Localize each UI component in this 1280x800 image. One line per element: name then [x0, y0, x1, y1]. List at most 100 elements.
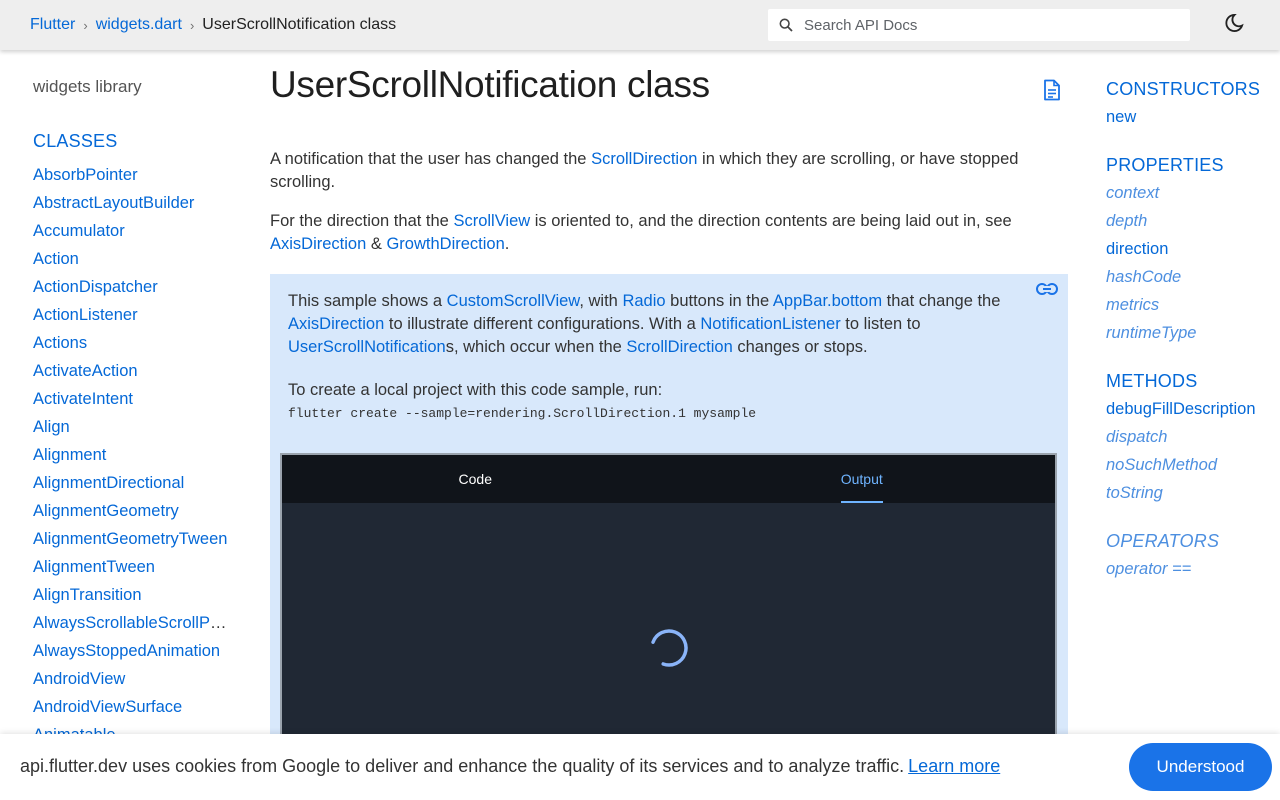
- scrolldirection-link[interactable]: ScrollDirection: [626, 338, 732, 356]
- class-link[interactable]: ActionListener: [33, 306, 138, 324]
- tab-output[interactable]: Output: [669, 455, 1056, 503]
- list-item: noSuchMethod: [1106, 451, 1280, 479]
- class-link[interactable]: AlwaysStoppedAnimation: [33, 642, 220, 660]
- dartpad-frame: Code Output: [280, 453, 1057, 763]
- class-link[interactable]: AlignmentDirectional: [33, 474, 184, 492]
- radio-link[interactable]: Radio: [622, 292, 665, 310]
- operators-header[interactable]: OPERATORS: [1106, 527, 1280, 555]
- search-box[interactable]: [768, 9, 1190, 41]
- properties-header[interactable]: PROPERTIES: [1106, 151, 1280, 179]
- breadcrumb-flutter[interactable]: Flutter: [30, 16, 75, 34]
- property-link[interactable]: metrics: [1106, 296, 1159, 314]
- page-title: UserScrollNotification class: [270, 64, 710, 105]
- class-link[interactable]: Action: [33, 250, 79, 268]
- list-item: Action: [33, 245, 231, 273]
- property-link[interactable]: context: [1106, 184, 1159, 202]
- class-link[interactable]: Actions: [33, 334, 87, 352]
- sample-text: buttons in the: [665, 292, 773, 310]
- method-link[interactable]: dispatch: [1106, 428, 1167, 446]
- breadcrumb-widgets-dart[interactable]: widgets.dart: [96, 16, 182, 34]
- list-item: AlignTransition: [33, 581, 231, 609]
- class-link[interactable]: AlignmentGeometry: [33, 502, 179, 520]
- create-command: flutter create --sample=rendering.Scroll…: [288, 406, 757, 421]
- methods-header[interactable]: METHODS: [1106, 367, 1280, 395]
- dark-mode-toggle[interactable]: [1222, 13, 1246, 37]
- sample-text: changes or stops.: [732, 338, 868, 356]
- sample-description: This sample shows a CustomScrollView, wi…: [288, 290, 1050, 359]
- property-link[interactable]: hashCode: [1106, 268, 1181, 286]
- list-item: runtimeType: [1106, 319, 1280, 347]
- class-link[interactable]: ActionDispatcher: [33, 278, 158, 296]
- loading-spinner-icon: [648, 627, 690, 674]
- list-item: new: [1106, 103, 1280, 131]
- class-link[interactable]: AlwaysScrollableScrollPhysics: [33, 614, 231, 632]
- document-icon[interactable]: [1042, 79, 1062, 106]
- scrollview-link[interactable]: ScrollView: [453, 212, 530, 230]
- list-item: AlwaysStoppedAnimation: [33, 637, 231, 665]
- appbar-bottom-link[interactable]: AppBar.bottom: [773, 292, 882, 310]
- desc-text: .: [504, 235, 510, 253]
- classes-header: CLASSES: [33, 131, 118, 151]
- dartpad-tabs: Code Output: [282, 455, 1055, 503]
- axisdirection-link[interactable]: AxisDirection: [288, 315, 384, 333]
- list-item: ActionDispatcher: [33, 273, 231, 301]
- class-link[interactable]: AbsorbPointer: [33, 166, 138, 184]
- sample-text: , with: [579, 292, 623, 310]
- constructor-link[interactable]: new: [1106, 108, 1136, 126]
- tab-code[interactable]: Code: [282, 455, 669, 503]
- class-link[interactable]: ActivateAction: [33, 362, 138, 380]
- understood-button[interactable]: Understood: [1129, 743, 1272, 791]
- property-link[interactable]: direction: [1106, 240, 1168, 258]
- list-item: direction: [1106, 235, 1280, 263]
- code-sample-box: This sample shows a CustomScrollView, wi…: [270, 274, 1068, 763]
- scrolldirection-link[interactable]: ScrollDirection: [591, 150, 697, 168]
- constructors-header[interactable]: CONSTRUCTORS: [1106, 75, 1280, 103]
- main-content: UserScrollNotification class A notificat…: [270, 52, 1068, 763]
- operator-link[interactable]: operator ==: [1106, 560, 1191, 578]
- classes-list: AbsorbPointer AbstractLayoutBuilder Accu…: [33, 161, 238, 742]
- class-description: A notification that the user has changed…: [270, 148, 1050, 194]
- list-item: toString: [1106, 479, 1280, 507]
- property-link[interactable]: runtimeType: [1106, 324, 1196, 342]
- search-icon: [768, 17, 804, 33]
- class-link[interactable]: AlignmentGeometryTween: [33, 530, 227, 548]
- left-sidebar: widgets library CLASSES AbsorbPointer Ab…: [33, 52, 238, 742]
- class-link[interactable]: AndroidView: [33, 670, 125, 688]
- class-link[interactable]: AbstractLayoutBuilder: [33, 194, 194, 212]
- method-link[interactable]: noSuchMethod: [1106, 456, 1217, 474]
- properties-section: PROPERTIES context depth direction hashC…: [1106, 151, 1280, 347]
- list-item: AlignmentTween: [33, 553, 231, 581]
- growthdirection-link[interactable]: GrowthDirection: [386, 235, 504, 253]
- list-item: debugFillDescription: [1106, 395, 1280, 423]
- search-input[interactable]: [804, 16, 1174, 34]
- list-item: depth: [1106, 207, 1280, 235]
- sample-text: s, which occur when the: [445, 338, 627, 356]
- class-link[interactable]: AlignmentTween: [33, 558, 155, 576]
- class-link[interactable]: AlignTransition: [33, 586, 142, 604]
- customscrollview-link[interactable]: CustomScrollView: [447, 292, 580, 310]
- desc-text: is oriented to, and the direction conten…: [530, 212, 1012, 230]
- class-link[interactable]: Align: [33, 418, 70, 436]
- list-item: AlwaysScrollableScrollPhysics: [33, 609, 231, 637]
- class-link[interactable]: AndroidViewSurface: [33, 698, 182, 716]
- property-link[interactable]: depth: [1106, 212, 1147, 230]
- axisdirection-link[interactable]: AxisDirection: [270, 235, 366, 253]
- list-item: Accumulator: [33, 217, 231, 245]
- learn-more-link[interactable]: Learn more: [908, 756, 1000, 776]
- method-link[interactable]: debugFillDescription: [1106, 400, 1256, 418]
- sample-text: to listen to: [840, 315, 921, 333]
- list-item: Alignment: [33, 441, 231, 469]
- list-item: hashCode: [1106, 263, 1280, 291]
- class-link[interactable]: Accumulator: [33, 222, 125, 240]
- class-link[interactable]: Alignment: [33, 446, 106, 464]
- link-icon[interactable]: [1036, 282, 1058, 301]
- notificationlistener-link[interactable]: NotificationListener: [700, 315, 840, 333]
- sample-text: that change the: [882, 292, 1001, 310]
- sample-text: This sample shows a: [288, 292, 447, 310]
- methods-section: METHODS debugFillDescription dispatch no…: [1106, 367, 1280, 507]
- class-link[interactable]: ActivateIntent: [33, 390, 133, 408]
- list-item: AndroidViewSurface: [33, 693, 231, 721]
- userscrollnotification-link[interactable]: UserScrollNotification: [288, 338, 446, 356]
- method-link[interactable]: toString: [1106, 484, 1163, 502]
- right-sidebar: CONSTRUCTORS new PROPERTIES context dept…: [1106, 52, 1280, 603]
